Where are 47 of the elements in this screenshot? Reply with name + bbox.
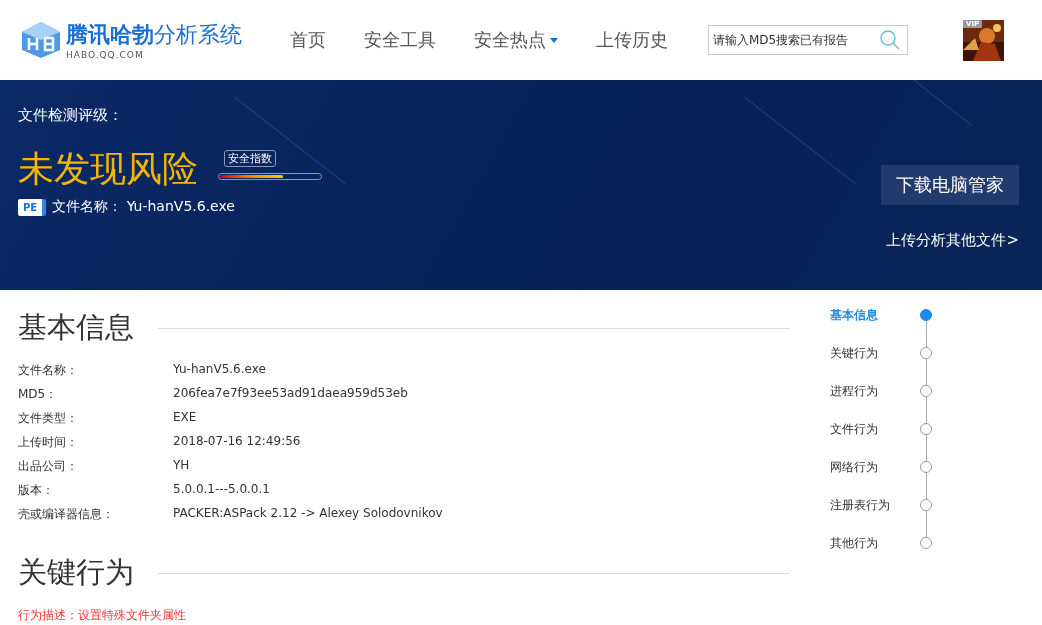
info-label: 上传时间： [18,434,79,451]
side-nav-item[interactable]: 关键行为 [830,344,932,362]
section-title: 基本信息 [18,309,134,346]
logo-domain: HABO.QQ.COM [66,50,145,60]
info-value: EXE [173,410,198,426]
timeline-dot [920,461,932,473]
side-nav-item[interactable]: 文件行为 [830,420,932,438]
info-value: 5.0.0.1---5.0.0.1 [173,482,271,498]
file-name-text: 文件名称： Yu-hanV5.6.exe [52,198,235,216]
timeline-dot [920,385,932,397]
nav-link[interactable]: 安全热点 [474,28,558,52]
info-value: 2018-07-16 12:49:56 [173,434,302,450]
rating-label: 文件检测评级： [18,106,124,125]
logo-icon [20,20,62,60]
upload-link[interactable]: 上传分析其他文件> [886,231,1019,250]
side-nav-item[interactable]: 注册表行为 [830,496,932,514]
info-label: 出品公司： [18,458,79,475]
info-value: YH [173,458,191,474]
caret-icon [550,37,558,43]
info-label: 文件类型： [18,410,79,427]
meter-tooltip: 安全指数 [224,150,276,167]
nav-link[interactable]: 首页 [290,28,326,52]
side-nav-item[interactable]: 进程行为 [830,382,932,400]
timeline-dot [920,309,932,321]
verdict-text: 未发现风险 [18,147,198,191]
info-value: Yu-hanV5.6.exe [173,362,267,378]
info-label: 版本： [18,482,55,499]
nav-link[interactable]: 上传历史 [596,28,668,52]
timeline-dot [920,537,932,549]
timeline-dot [920,423,932,435]
timeline-dot [920,499,932,511]
info-label: 壳或编译器信息： [18,506,115,523]
info-label: MD5： [18,386,59,403]
side-nav-item[interactable]: 网络行为 [830,458,932,476]
side-nav-item[interactable]: 其他行为 [830,534,932,552]
pe-file-icon: PE [18,198,47,216]
timeline-dot [920,347,932,359]
logo-name: 腾讯哈勃分析系统 [66,21,242,49]
nav-link[interactable]: 安全工具 [364,28,436,52]
search-field[interactable]: 请输入MD5搜索已有报告 [708,25,908,55]
section-title: 关键行为 [18,554,134,591]
info-value: 206fea7e7f93ee53ad91daea959d53eb [173,386,409,402]
info-value: PACKER:ASPack 2.12 -> Alexey Solodovnikov [173,506,444,522]
info-label: 文件名称： [18,362,79,379]
behavior-description: 行为描述：设置特殊文件夹属性 [18,607,187,624]
download-button[interactable]: 下载电脑管家 [881,165,1019,205]
side-nav-item[interactable]: 基本信息 [830,306,932,324]
